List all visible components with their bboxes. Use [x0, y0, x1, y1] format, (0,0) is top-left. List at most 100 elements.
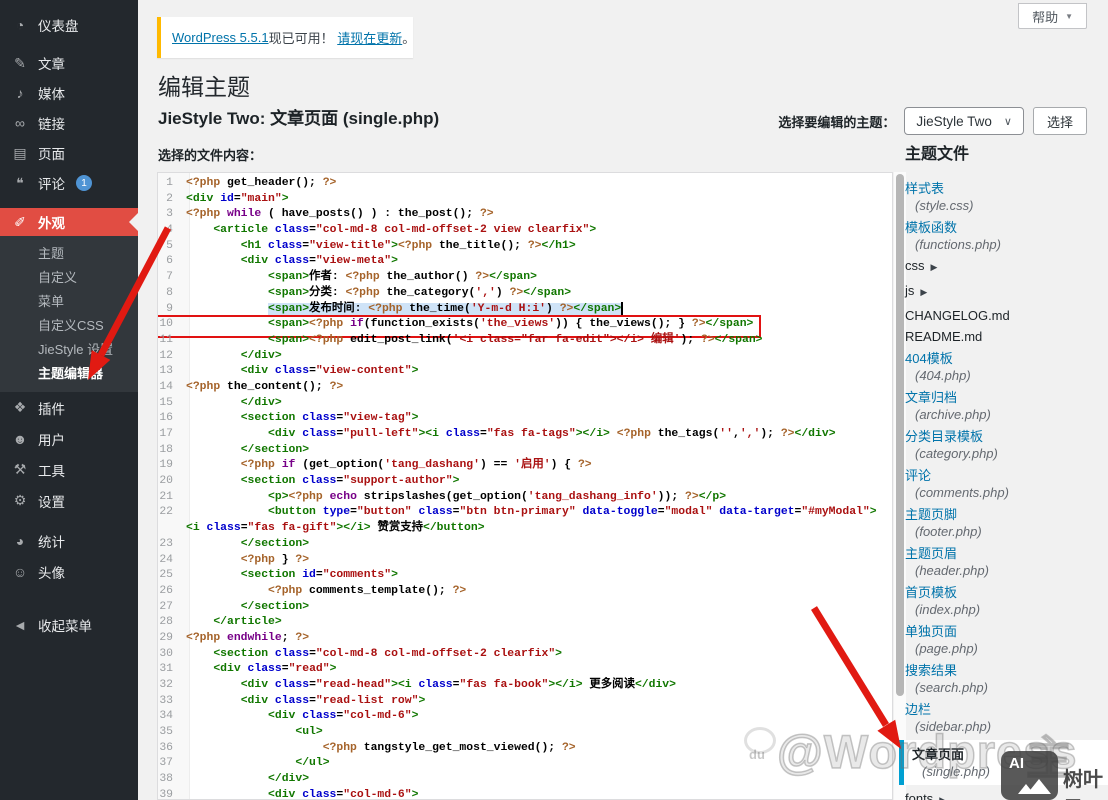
file-path: (style.css)	[905, 197, 1108, 214]
code-token: "view-tag"	[343, 412, 411, 424]
line-number: 23	[158, 537, 181, 553]
code-token	[186, 742, 323, 754]
code-token: </section>	[241, 538, 309, 550]
code-token: <span>	[268, 287, 309, 299]
submenu-item-menus[interactable]: 菜单	[0, 290, 138, 314]
sidebar-item-posts[interactable]: ✎文章	[0, 48, 138, 78]
code-text: <?php endwhile; ?>	[181, 631, 309, 647]
line-number: 17	[158, 427, 181, 443]
sidebar-item-tools[interactable]: ⚒工具	[0, 454, 138, 485]
file-link[interactable]: 分类目录模板(category.php)	[905, 428, 1108, 462]
code-token: <?php	[346, 287, 387, 299]
sidebar-item-appearance[interactable]: ✐外观	[0, 208, 138, 236]
code-token: class	[275, 255, 309, 267]
sidebar-item-avatar[interactable]: ☺头像	[0, 556, 138, 587]
submenu-item-theme-editor[interactable]: 主题编辑器	[0, 362, 138, 386]
code-text: <span><?php if(function_exists('the_view…	[181, 317, 753, 333]
code-token: </div>	[241, 397, 282, 409]
line-number: 5	[158, 239, 181, 255]
submenu-item-custom-css[interactable]: 自定义CSS	[0, 314, 138, 338]
code-token	[186, 663, 213, 675]
file-link[interactable]: CHANGELOG.md	[905, 308, 1108, 323]
page-title: 编辑主题	[158, 68, 250, 102]
code-token: >	[391, 679, 398, 691]
sidebar-item-pages[interactable]: ▤页面	[0, 138, 138, 168]
code-token: "view-content"	[316, 365, 412, 377]
folder-js[interactable]: js▶	[905, 283, 1108, 300]
sidebar-item-settings[interactable]: ⚙设置	[0, 485, 138, 516]
code-token: "btn btn-primary"	[459, 506, 575, 518]
sidebar-item-media[interactable]: ♪媒体	[0, 78, 138, 108]
line-number: 7	[158, 270, 181, 286]
theme-select[interactable]: JieStyle Two ∨	[904, 107, 1024, 135]
line-number: 39	[158, 788, 181, 800]
code-token: <div	[268, 710, 295, 722]
sidebar-item-label: 页面	[38, 143, 65, 163]
code-token	[268, 255, 275, 267]
select-theme-button[interactable]: 选择	[1033, 107, 1087, 135]
code-text: <?php comments_template(); ?>	[181, 584, 466, 600]
file-link[interactable]: 主题页脚(footer.php)	[905, 506, 1108, 540]
code-token: <div	[186, 193, 213, 205]
code-token: =	[282, 663, 289, 675]
code-token: <?php	[323, 742, 364, 754]
update-now-link[interactable]: 请现在更新	[337, 28, 402, 47]
line-number: 27	[158, 600, 181, 616]
code-token: the_category(	[387, 287, 476, 299]
code-token: 分类:	[309, 287, 345, 299]
file-link[interactable]: README.md	[905, 329, 1108, 344]
help-button[interactable]: 帮助 ▼	[1018, 3, 1087, 29]
code-line: 17 <div class="pull-left"><i class="fas …	[158, 427, 892, 443]
code-token	[186, 710, 268, 722]
sidebar-item-plugins[interactable]: ❖插件	[0, 392, 138, 423]
code-token: <?php	[268, 585, 309, 597]
editor-scrollbar-thumb[interactable]	[896, 174, 904, 696]
submenu-item-customize[interactable]: 自定义	[0, 266, 138, 290]
code-token: class	[418, 506, 452, 518]
code-token	[186, 491, 268, 503]
line-number: 12	[158, 349, 181, 365]
code-text: <span>作者: <?php the_author() ?></span>	[181, 270, 537, 286]
sidebar-item-comments[interactable]: ❝评论1	[0, 168, 138, 198]
sidebar-item-links[interactable]: ∞链接	[0, 108, 138, 138]
code-text: </ul>	[181, 756, 330, 772]
file-link[interactable]: 文章归档(archive.php)	[905, 389, 1108, 423]
code-line: 39 <div class="col-md-6">	[158, 788, 892, 800]
file-link[interactable]: 评论(comments.php)	[905, 467, 1108, 501]
sidebar-item-dashboard[interactable]: ◔仪表盘	[0, 10, 138, 40]
file-link[interactable]: 首页模板(index.php)	[905, 584, 1108, 618]
sidebar-item-collapse[interactable]: ◄收起菜单	[0, 609, 138, 640]
code-token: id	[302, 569, 316, 581]
code-line: 35 <ul>	[158, 725, 892, 741]
file-link-active[interactable]: 文章页面(single.php)	[899, 740, 1108, 785]
file-link[interactable]: 模板函数(functions.php)	[905, 219, 1108, 253]
code-text: <div class="read-head"><i class="fas fa-…	[181, 678, 676, 694]
file-name: 样式表	[905, 180, 1108, 197]
line-number: 16	[158, 411, 181, 427]
code-token: </h1>	[542, 240, 576, 252]
folder-css[interactable]: css▶	[905, 258, 1108, 275]
submenu-item-themes[interactable]: 主题	[0, 242, 138, 266]
sidebar-item-users[interactable]: ☻用户	[0, 423, 138, 454]
code-token: "read-list row"	[316, 695, 419, 707]
code-token: <?php	[241, 459, 282, 471]
wordpress-version-link[interactable]: WordPress 5.5.1	[172, 30, 269, 45]
code-token	[186, 240, 241, 252]
code-editor[interactable]: 1<?php get_header(); ?>2<div id="main">3…	[157, 172, 893, 800]
file-link[interactable]: 单独页面(page.php)	[905, 623, 1108, 657]
edited-file-title: JieStyle Two: 文章页面 (single.php)	[158, 104, 439, 129]
submenu-item-jiestyle-settings[interactable]: JieStyle 设置	[0, 338, 138, 362]
file-link[interactable]: 搜索结果(search.php)	[905, 662, 1108, 696]
line-number: 34	[158, 709, 181, 725]
code-token: "modal"	[665, 506, 713, 518]
file-link[interactable]: 404模板(404.php)	[905, 350, 1108, 384]
file-link[interactable]: 样式表(style.css)	[905, 180, 1108, 214]
sidebar-item-stats[interactable]: ◕统计	[0, 525, 138, 556]
code-token	[316, 506, 323, 518]
update-notice: WordPress 5.5.1现已可用！ 请现在更新。	[157, 17, 413, 58]
file-link[interactable]: 边栏(sidebar.php)	[905, 701, 1108, 735]
file-link[interactable]: 主题页眉(header.php)	[905, 545, 1108, 579]
folder-fonts[interactable]: fonts▶	[905, 791, 1108, 800]
file-path: (archive.php)	[905, 406, 1108, 423]
code-token: class	[302, 710, 336, 722]
